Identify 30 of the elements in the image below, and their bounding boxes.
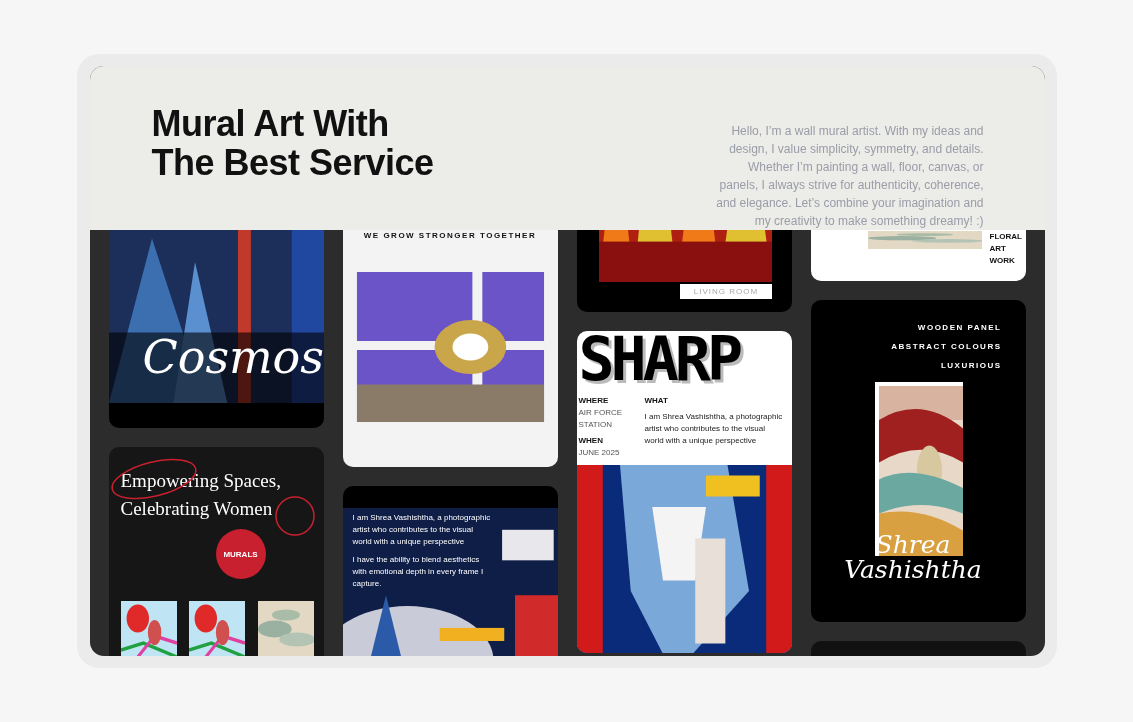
poster-tagline: WE GROW STRONGER TOGETHER [363, 230, 537, 242]
info-value: I am Shrea Vashishtha, a photographic artist who contributes to the visual world with a unique perspective [644, 411, 784, 447]
info-label: WHERE [578, 395, 610, 407]
poster-label: WOODEN PANEL [917, 322, 1002, 334]
info-value: JUNE 2025 [578, 447, 621, 459]
poster-paragraph: I am Shrea Vashishtha, a photographic artist who contributes to the visual world with a unique perspective [352, 512, 492, 548]
poster-card[interactable]: WE GROW STRONGER TOGETHER [342, 230, 558, 467]
poster-card[interactable]: FLORAL ART WORK [810, 230, 1026, 281]
poster-headline: SHARP [577, 331, 741, 387]
page-title: Mural Art With The Best Service [151, 104, 434, 185]
poster-label: ABSTRACT COLOURS [891, 341, 1002, 353]
info-value: AIR FORCE STATION [578, 407, 624, 431]
poster-card[interactable]: SHARP WHERE AIR FORCE STATION WHEN JUNE 2025 WHAT I am Shrea Vashishtha, a photographic artist who contributes to the visual world with a unique perspective [576, 331, 792, 653]
poster-label: WORK [989, 255, 1016, 267]
info-label: WHEN [578, 435, 604, 447]
poster-card[interactable]: Cosmos [108, 230, 324, 428]
room-label: LIVING ROOM [680, 284, 772, 299]
poster-caption: Cosmos [142, 334, 324, 380]
poster-label: ART [989, 243, 1007, 255]
signature: Shrea [875, 532, 951, 557]
poster-label: LUXURIOUS [940, 360, 1002, 372]
info-label: WHAT [644, 395, 669, 407]
poster-card[interactable]: I am Shrea Vashishtha, a photographic artist who contributes to the visual world with a unique perspective I have the ability to blend aesthetics with emotional depth in every frame I capture. [342, 486, 558, 656]
circle-outline [273, 495, 316, 537]
poster-label: FLORAL [989, 231, 1022, 243]
signature: Vashishtha [844, 557, 982, 582]
murals-badge: MURALS [215, 529, 266, 579]
poster-paragraph: I have the ability to blend aesthetics with emotional depth in every frame I capture. [352, 554, 485, 590]
poster-card[interactable]: WOODEN PANEL ABSTRACT COLOURS LUXURIOUS Shrea Vashishtha [810, 300, 1026, 622]
poster-heading: Celebrating Women [120, 497, 273, 521]
